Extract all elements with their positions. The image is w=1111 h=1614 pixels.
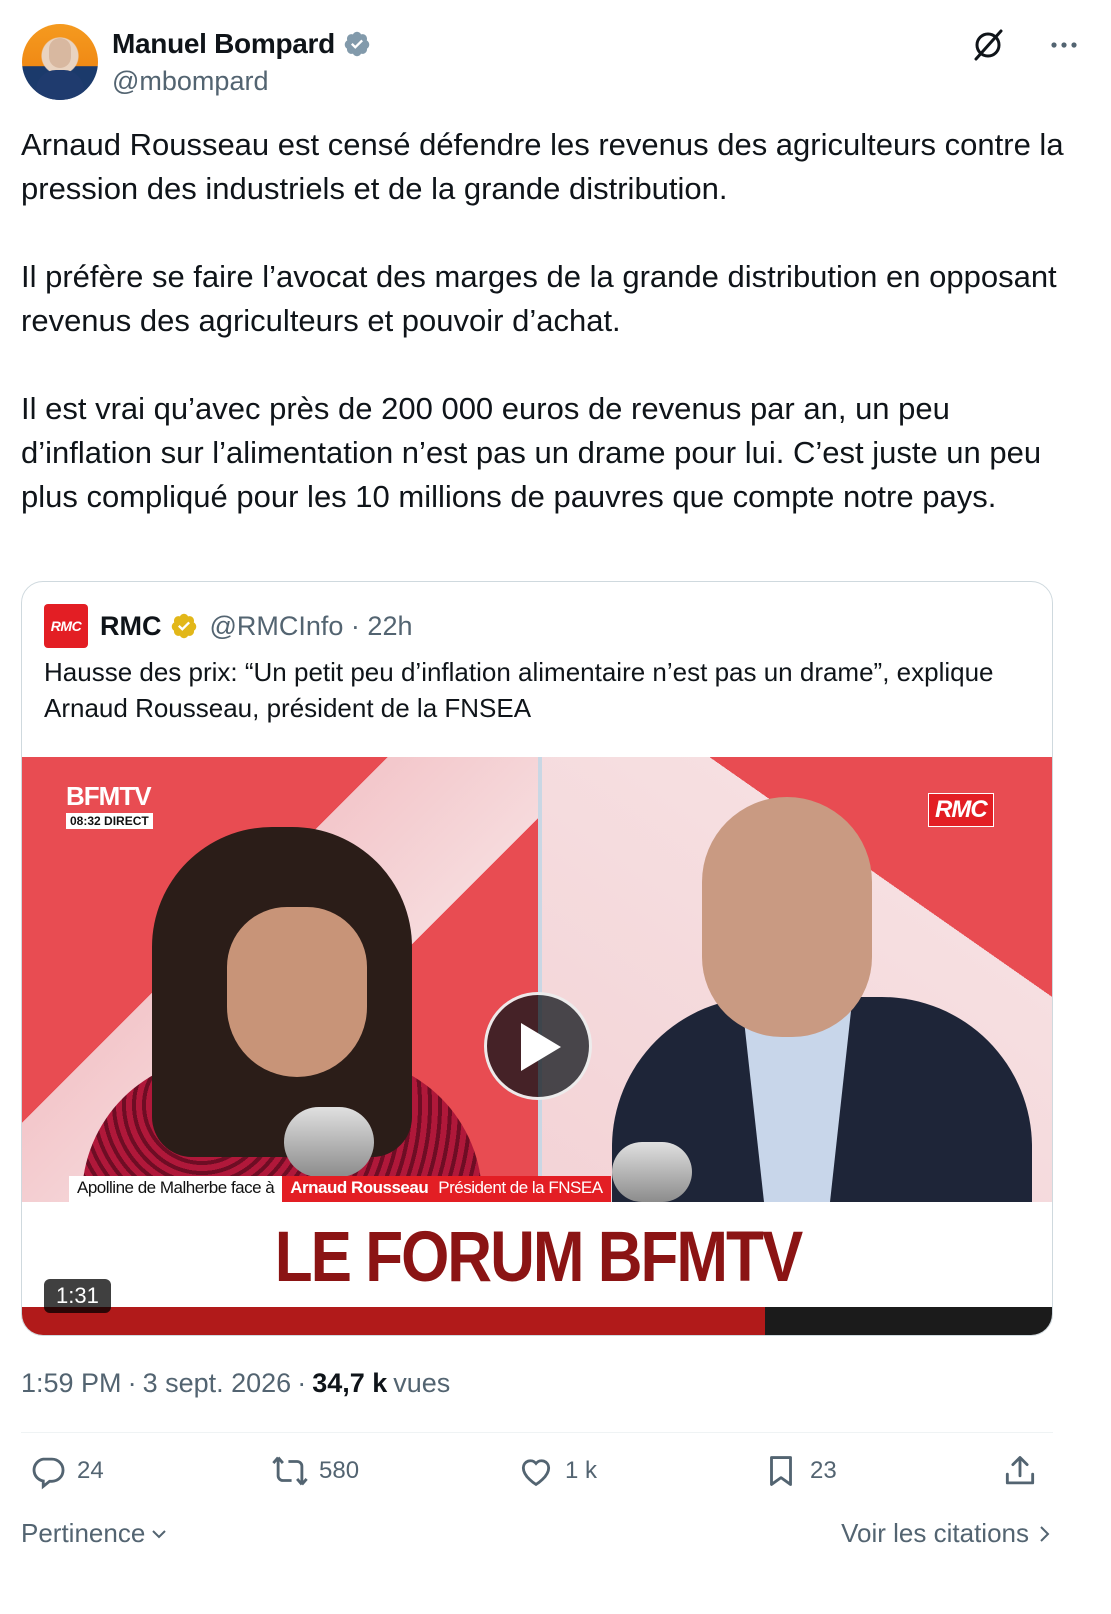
tweet-meta: 1:59 PM · 3 sept. 2026 · 34,7 k vues [21, 1368, 450, 1399]
video-duration: 1:31 [44, 1279, 111, 1313]
video-guest-head [702, 797, 872, 1037]
repost-button[interactable]: 580 [271, 1452, 359, 1490]
bookmark-button[interactable]: 23 [762, 1452, 837, 1490]
views-count: 34,7 k [312, 1368, 388, 1398]
video-microphone [612, 1142, 692, 1202]
more-options-icon[interactable] [1047, 30, 1081, 60]
tweet-paragraph: Il est vrai qu’avec près de 200 000 euro… [21, 391, 1042, 514]
repost-count: 580 [319, 1457, 360, 1484]
sort-dropdown[interactable]: Pertinence [21, 1518, 169, 1549]
lower-third-intro: Apolline de Malherbe face à [69, 1176, 283, 1202]
rmc-corner-tag: RMC [928, 793, 994, 827]
meta-separator: · [127, 1368, 137, 1398]
reply-count: 24 [77, 1457, 104, 1484]
grok-icon[interactable] [971, 28, 1005, 62]
quoted-author-name[interactable]: RMC [100, 611, 162, 642]
chevron-down-icon [152, 1529, 167, 1538]
video-lower-third: Apolline de Malherbe face à Arnaud Rouss… [69, 1176, 611, 1202]
view-quotes-label: Voir les citations [841, 1518, 1029, 1548]
tweet-time[interactable]: 1:59 PM [21, 1368, 122, 1399]
author-display-name[interactable]: Manuel Bompard [112, 28, 335, 60]
video-presenter-face [227, 907, 367, 1077]
play-icon [521, 1023, 561, 1071]
share-icon [1005, 1456, 1035, 1485]
tweet-date[interactable]: 3 sept. 2026 [143, 1368, 292, 1399]
tweet-paragraph: Arnaud Rousseau est censé défendre les r… [21, 127, 1064, 206]
verified-badge-icon [344, 31, 370, 57]
play-button[interactable] [484, 992, 592, 1100]
lower-third-guest: Arnaud Rousseau Président de la FNSEA [282, 1176, 611, 1202]
video-player[interactable]: BFMTV 08:32 DIRECT RMC Apolline de Malhe… [22, 757, 1052, 1335]
bookmark-count: 23 [810, 1457, 837, 1484]
bfmtv-logo: BFMTV 08:32 DIRECT [66, 783, 153, 830]
video-microphone [284, 1107, 374, 1177]
author-name-row: Manuel Bompard [112, 28, 371, 60]
author-handle[interactable]: @mbompard [112, 66, 268, 97]
quoted-tweet-card[interactable]: RMC RMC @RMCInfo · 22h Hausse des prix: … [21, 581, 1053, 1336]
like-button[interactable]: 1 k [517, 1452, 597, 1490]
avatar-suit [36, 70, 84, 100]
view-quotes-link[interactable]: Voir les citations [841, 1518, 1053, 1549]
rmc-logo[interactable]: RMC [44, 604, 88, 648]
video-banner: LE FORUM BFMTV [22, 1202, 1052, 1307]
video-bottom-strip [22, 1307, 1052, 1335]
avatar-face [49, 38, 71, 68]
tweet-paragraph: Il préfère se faire l’avocat des marges … [21, 259, 1057, 338]
views-label: vues [393, 1368, 451, 1398]
video-split-divider [538, 757, 542, 1202]
sort-label: Pertinence [21, 1518, 146, 1548]
video-banner-title: LE FORUM BFMTV [274, 1217, 804, 1298]
divider [21, 1432, 1053, 1433]
quoted-tweet-header: RMC RMC @RMCInfo · 22h [44, 604, 412, 648]
bfmtv-live-time: 08:32 DIRECT [66, 813, 153, 829]
bfmtv-logo-text: BFMTV [66, 781, 152, 811]
bookmark-icon [770, 1456, 792, 1486]
share-button[interactable] [1001, 1452, 1039, 1490]
avatar[interactable] [22, 24, 98, 100]
like-count: 1 k [565, 1457, 598, 1484]
gold-verified-badge-icon [171, 613, 196, 639]
action-bar: 24 580 1 k 23 [21, 1452, 1053, 1502]
heart-icon [521, 1459, 551, 1487]
reply-button[interactable]: 24 [29, 1452, 104, 1490]
lower-third-guest-name: Arnaud Rousseau [290, 1178, 429, 1197]
tweet-header: Manuel Bompard @mbompard [22, 24, 1089, 100]
repost-icon [272, 1456, 308, 1486]
quoted-author-handle-time[interactable]: @RMCInfo · 22h [210, 611, 413, 642]
tweet-text: Arnaud Rousseau est censé défendre les r… [21, 123, 1071, 519]
chevron-right-icon [1040, 1525, 1050, 1542]
lower-third-guest-role: Président de la FNSEA [438, 1178, 603, 1197]
quoted-tweet-text: Hausse des prix: “Un petit peu d’inflati… [44, 657, 994, 723]
reply-sort-bar: Pertinence Voir les citations [21, 1518, 1053, 1554]
meta-separator: · [297, 1368, 307, 1398]
reply-icon [32, 1457, 65, 1490]
